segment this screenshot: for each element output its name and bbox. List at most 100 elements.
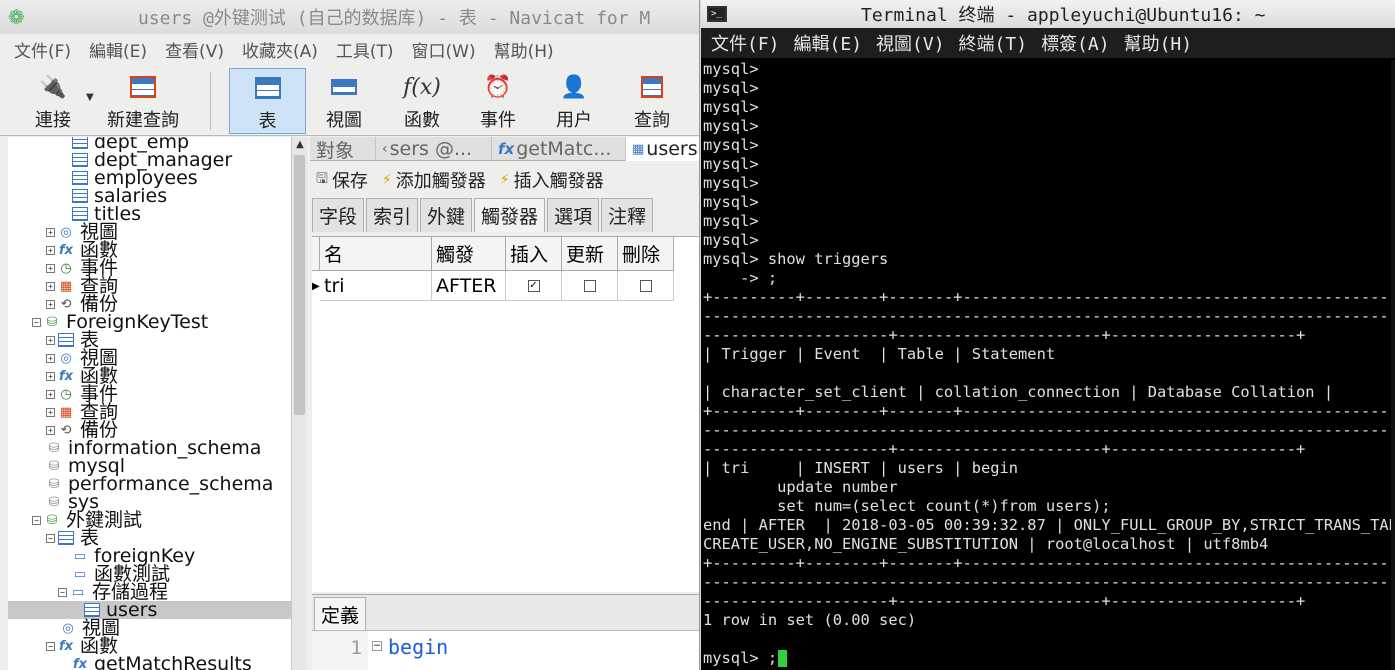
expand-icon[interactable]: + xyxy=(46,299,55,309)
view-button[interactable]: 視圖 xyxy=(318,68,370,134)
expand-icon[interactable]: + xyxy=(46,389,55,399)
save-button[interactable]: 🖫 保存 xyxy=(316,167,368,193)
column-header-update[interactable]: 更新 xyxy=(562,237,618,271)
dropdown-arrow-icon[interactable]: ▼ xyxy=(86,92,94,103)
tab-objects[interactable]: 對象 xyxy=(310,137,376,162)
definition-editor[interactable]: 1 − begin xyxy=(312,630,699,670)
terminal-output[interactable]: mysql> mysql> mysql> mysql> mysql> mysql… xyxy=(703,60,1395,670)
expand-icon[interactable]: + xyxy=(46,407,55,417)
new-query-button[interactable]: 新建查詢 xyxy=(98,68,188,134)
user-label: 用户 xyxy=(556,110,592,131)
terminal-line: | Trigger | Event | Table | Statement xyxy=(703,345,1056,363)
expand-icon[interactable]: + xyxy=(46,425,55,435)
menu-edit[interactable]: 編輯(E) xyxy=(89,37,147,62)
grid-header: 名 觸發 插入 更新 刪除 xyxy=(312,237,674,271)
terminal-menu-terminal[interactable]: 終端(T) xyxy=(959,30,1028,56)
cell-name[interactable]: tri xyxy=(320,271,432,301)
column-header-delete[interactable]: 刪除 xyxy=(618,237,674,271)
expand-icon[interactable]: + xyxy=(46,335,55,345)
scroll-thumb[interactable] xyxy=(294,155,305,415)
navicat-toolbar: 🔌 連接 ▼ 新建查詢 表 視圖 f(x) 函數 ⏰ 事件 👤 用户 查詢 xyxy=(0,64,699,136)
terminal-line: | tri | INSERT | users | begin xyxy=(703,459,1019,477)
add-trigger-button[interactable]: ⚡ 添加觸發器 xyxy=(382,167,486,193)
tree-item-selected[interactable]: users xyxy=(8,601,291,620)
menu-favorites[interactable]: 收藏夾(A) xyxy=(242,37,318,62)
event-label: 事件 xyxy=(480,110,516,131)
user-button[interactable]: 👤 用户 xyxy=(548,68,600,134)
menu-tools[interactable]: 工具(T) xyxy=(336,37,394,62)
column-header-label: 更新 xyxy=(566,244,605,266)
update-checkbox[interactable] xyxy=(583,279,596,292)
menu-window[interactable]: 窗口(W) xyxy=(412,37,476,62)
expand-icon[interactable]: + xyxy=(46,371,55,381)
event-button[interactable]: ⏰ 事件 xyxy=(472,68,524,134)
tree-scrollbar[interactable]: ▲ xyxy=(291,137,307,670)
insert-trigger-button[interactable]: ⚡ 插入觸發器 xyxy=(500,167,604,193)
fold-icon[interactable]: − xyxy=(372,641,382,651)
table-button[interactable]: 表 xyxy=(229,68,306,134)
collapse-icon[interactable]: − xyxy=(32,317,41,327)
connect-button[interactable]: 🔌 連接 xyxy=(28,68,78,134)
expand-icon[interactable]: + xyxy=(46,353,55,363)
tab-fields[interactable]: 字段 xyxy=(312,198,365,232)
tree-item[interactable]: − 表 xyxy=(46,529,99,548)
tab-users-1[interactable]: ‹ sers @... xyxy=(376,137,492,161)
trigger-grid[interactable]: 名 觸發 插入 更新 刪除 ▶ tri AFTER ✓ xyxy=(312,236,699,592)
expand-icon[interactable]: + xyxy=(46,263,55,273)
tree-item[interactable]: − ⛁ ForeignKeyTest xyxy=(32,313,208,332)
column-header-timing[interactable]: 觸發 xyxy=(432,237,506,271)
tree-item[interactable]: fx getMatchResults xyxy=(72,655,252,670)
navicat-titlebar[interactable]: ❁ users @外键测试 (自己的数据库) - 表 - Navicat for… xyxy=(0,0,699,34)
terminal-menu-edit[interactable]: 編輯(E) xyxy=(794,30,863,56)
terminal-line: --------------------+-------------------… xyxy=(703,440,1306,458)
chevron-left-icon[interactable]: ‹ xyxy=(382,141,388,157)
insert-trigger-icon: ⚡ xyxy=(499,172,510,188)
terminal-line: mysql> xyxy=(703,117,759,135)
terminal-menu-view[interactable]: 視圖(V) xyxy=(876,30,945,56)
cell-delete[interactable] xyxy=(618,271,674,301)
object-tree[interactable]: dept_emp dept_manager employees salaries… xyxy=(8,137,291,670)
navicat-window-title: users @外键测试 (自己的数据库) - 表 - Navicat for M xyxy=(138,8,651,29)
cell-update[interactable] xyxy=(562,271,618,301)
terminal-line: mysql> xyxy=(703,193,759,211)
function-label: 函數 xyxy=(404,110,440,131)
delete-checkbox[interactable] xyxy=(639,279,652,292)
tab-indexes[interactable]: 索引 xyxy=(366,198,419,232)
tab-foreign-keys[interactable]: 外鍵 xyxy=(420,198,473,232)
terminal-menu-help[interactable]: 幫助(H) xyxy=(1124,30,1193,56)
tab-users-active[interactable]: ▦ users xyxy=(626,137,699,161)
table-row[interactable]: ▶ tri AFTER ✓ xyxy=(312,271,674,301)
tab-comments[interactable]: 注釋 xyxy=(601,198,654,232)
collapse-icon[interactable]: − xyxy=(58,587,67,597)
cell-timing[interactable]: AFTER xyxy=(432,271,506,301)
code-text[interactable]: begin xyxy=(388,635,448,659)
function-button[interactable]: f(x) 函數 xyxy=(396,68,448,134)
terminal-prompt-line[interactable]: mysql> ; xyxy=(703,649,788,668)
database-icon: ⛁ xyxy=(48,494,60,510)
scroll-up-icon[interactable]: ▲ xyxy=(292,137,308,153)
menu-help[interactable]: 幫助(H) xyxy=(494,37,554,62)
terminal-menu-file[interactable]: 文件(F) xyxy=(711,30,780,56)
query-button[interactable]: 查詢 xyxy=(626,68,678,134)
column-header-name[interactable]: 名 xyxy=(320,237,432,271)
expand-icon[interactable]: + xyxy=(46,245,55,255)
tab-getmatch[interactable]: fx getMatc... xyxy=(492,137,626,161)
column-header-insert[interactable]: 插入 xyxy=(506,237,562,271)
cell-insert[interactable]: ✓ xyxy=(506,271,562,301)
tab-triggers[interactable]: 觸發器 xyxy=(474,198,546,232)
insert-checkbox[interactable]: ✓ xyxy=(527,279,540,292)
collapse-icon[interactable]: − xyxy=(32,515,41,525)
terminal-menu-tabs[interactable]: 標簽(A) xyxy=(1041,30,1110,56)
collapse-icon[interactable]: − xyxy=(46,533,55,543)
terminal-scrollbar[interactable] xyxy=(1391,60,1395,670)
tab-options[interactable]: 選項 xyxy=(547,198,600,232)
expand-icon[interactable]: + xyxy=(46,227,55,237)
table-icon: ▦ xyxy=(632,141,645,157)
table-icon xyxy=(84,603,100,617)
collapse-icon[interactable]: − xyxy=(46,641,55,651)
menu-file[interactable]: 文件(F) xyxy=(14,37,71,62)
menu-view[interactable]: 查看(V) xyxy=(165,37,224,62)
terminal-titlebar[interactable]: >_ Terminal 终端 - appleyuchi@Ubuntu16: ~ xyxy=(701,0,1395,28)
tab-definition[interactable]: 定義 xyxy=(314,597,367,631)
expand-icon[interactable]: + xyxy=(46,281,55,291)
